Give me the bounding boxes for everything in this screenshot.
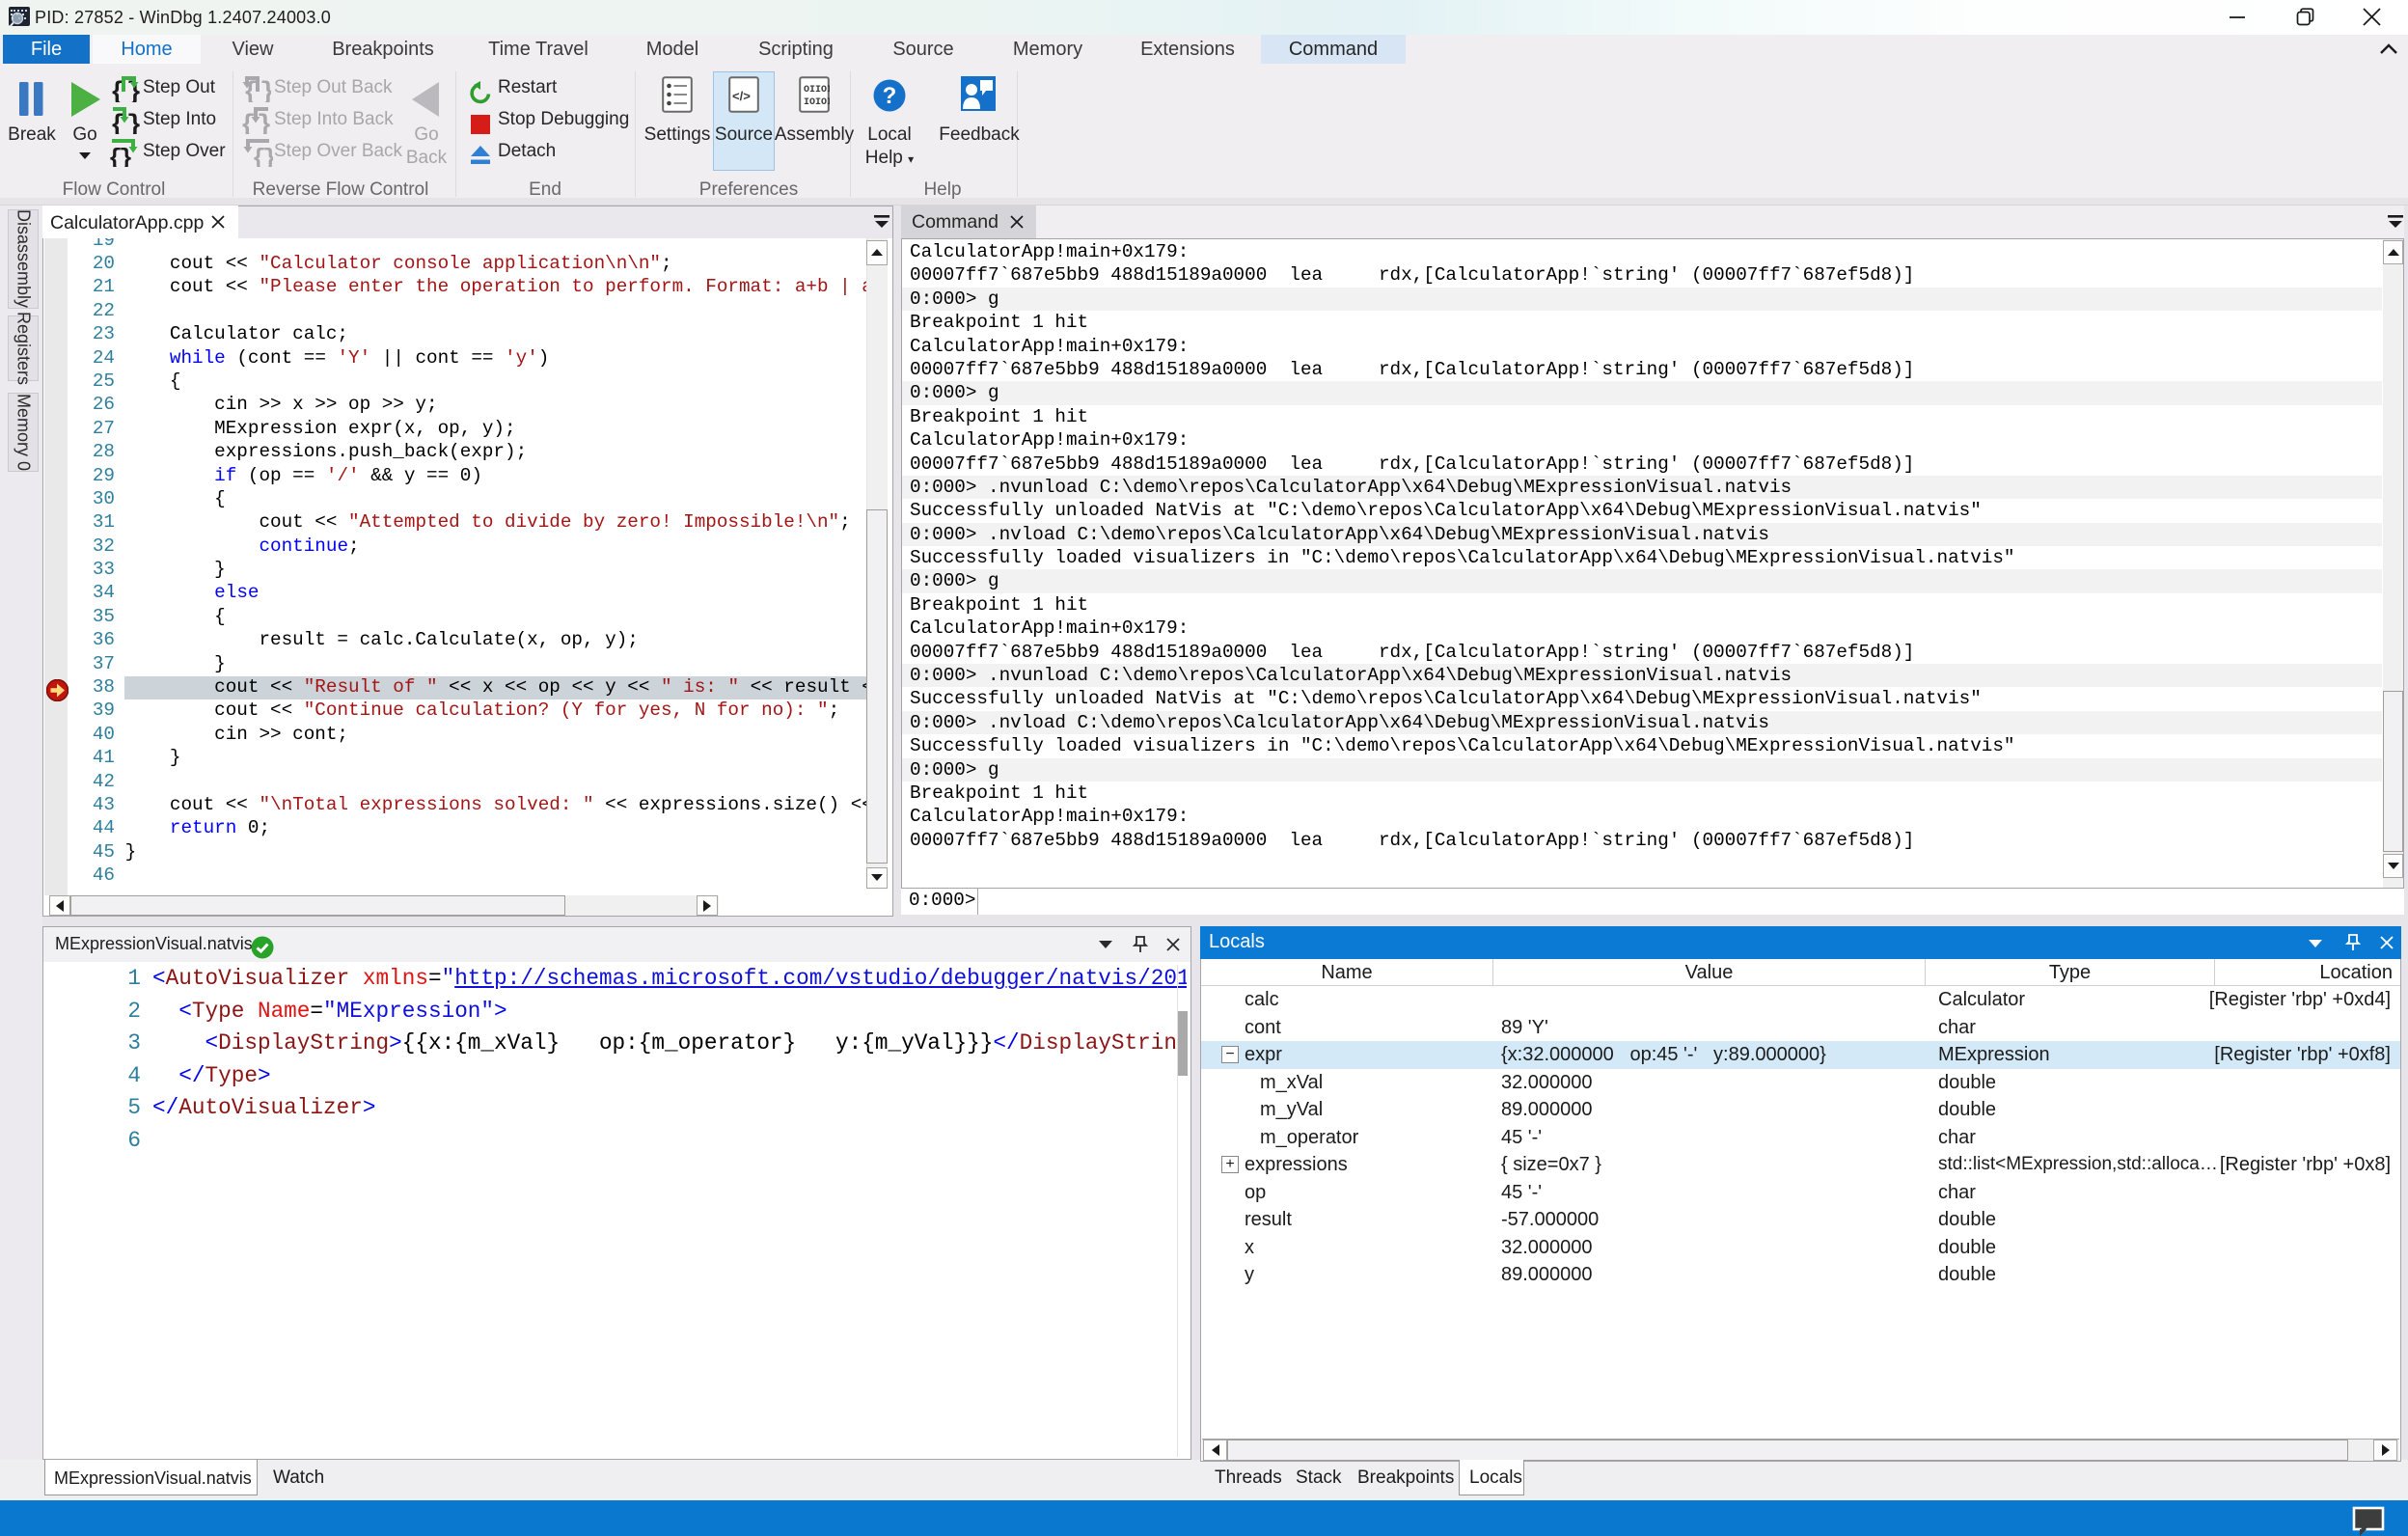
svg-text:OIIOI: OIIOI <box>804 85 830 96</box>
svg-text:</>: </> <box>732 89 751 103</box>
svg-text:}: } <box>262 145 273 167</box>
svg-text:}: } <box>126 112 141 134</box>
svg-text:IOIOI: IOIOI <box>804 97 830 108</box>
svg-text:}: } <box>260 79 271 102</box>
svg-text:?: ? <box>883 83 897 109</box>
svg-text:{: { <box>240 112 256 134</box>
svg-text:}: } <box>257 112 271 134</box>
